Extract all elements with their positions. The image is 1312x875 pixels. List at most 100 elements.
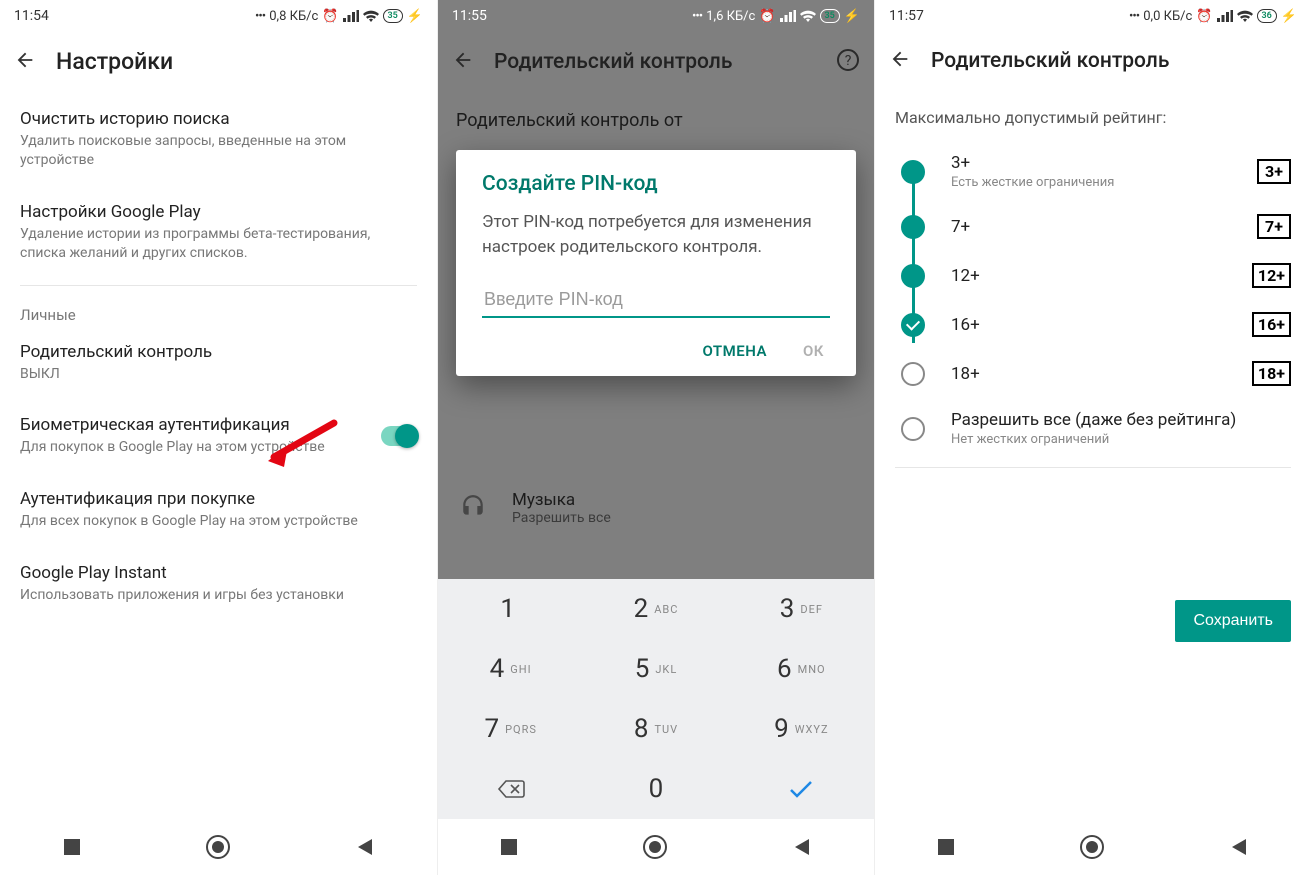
rating-option-18plus[interactable]: 18+ 18+: [895, 349, 1291, 398]
wifi-icon: [800, 10, 816, 22]
radio-icon: [901, 362, 925, 386]
item-google-play-settings[interactable]: Настройки Google Play Удаление истории и…: [20, 186, 417, 279]
dialog-text: Этот PIN-код потребуется для изменения н…: [482, 210, 830, 259]
save-button[interactable]: Сохранить: [1175, 600, 1291, 642]
status-bar: 11:54 ••• 0,8 КБ/с ⏰ 35 ⚡: [0, 0, 437, 32]
alarm-icon: ⏰: [1196, 9, 1212, 24]
music-title: Музыка: [512, 490, 611, 510]
item-clear-search-history[interactable]: Очистить историю поиска Удалить поисковы…: [20, 93, 417, 186]
alarm-icon: ⏰: [759, 9, 775, 24]
nav-home-icon[interactable]: [1079, 834, 1105, 860]
item-parental-controls[interactable]: Родительский контроль ВЫКЛ: [20, 326, 417, 400]
key-3[interactable]: 3DEF: [729, 579, 874, 639]
category-music-row[interactable]: Музыка Разрешить все: [438, 474, 874, 542]
item-sub: Удалить поисковые запросы, введенные на …: [20, 132, 417, 170]
charging-icon: ⚡: [1281, 9, 1297, 24]
rating-sub: Есть жесткие ограничения: [951, 175, 1237, 190]
page-title: Родительский контроль: [494, 50, 732, 74]
back-icon[interactable]: [889, 48, 911, 74]
battery-icon: 36: [1257, 9, 1277, 23]
item-title: Биометрическая аутентификация: [20, 415, 325, 435]
key-8[interactable]: 8TUV: [583, 699, 728, 759]
divider: [895, 467, 1291, 468]
app-bar: Настройки: [0, 32, 437, 93]
back-icon[interactable]: [452, 49, 474, 75]
item-biometric-auth[interactable]: Биометрическая аутентификация Для покупо…: [20, 399, 417, 473]
item-title: Аутентификация при покупке: [20, 489, 417, 509]
ok-button[interactable]: ОК: [803, 342, 824, 360]
rating-badge: 16+: [1252, 312, 1291, 337]
help-icon[interactable]: ?: [836, 48, 860, 76]
rating-sub: Нет жестких ограничений: [951, 432, 1291, 447]
nav-back-icon[interactable]: [354, 836, 376, 858]
rating-badge: 3+: [1257, 159, 1291, 184]
item-purchase-auth[interactable]: Аутентификация при покупке Для всех поку…: [20, 473, 417, 547]
page-title: Родительский контроль: [931, 49, 1169, 73]
nav-bar: [0, 819, 437, 875]
key-backspace[interactable]: [438, 759, 583, 819]
status-net: 0,0 КБ/с: [1143, 9, 1192, 24]
item-title: Google Play Instant: [20, 563, 417, 583]
nav-bar: [438, 819, 874, 875]
rating-option-7plus[interactable]: 7+ 7+: [895, 202, 1291, 251]
key-6[interactable]: 6MNO: [729, 639, 874, 699]
charging-icon: ⚡: [407, 9, 423, 24]
app-bar-parental: Родительский контроль ?: [438, 32, 874, 92]
key-7[interactable]: 7PQRS: [438, 699, 583, 759]
key-5[interactable]: 5JKL: [583, 639, 728, 699]
nav-home-icon[interactable]: [205, 834, 231, 860]
app-bar: Родительский контроль: [875, 32, 1311, 92]
phone-settings: 11:54 ••• 0,8 КБ/с ⏰ 35 ⚡ Настройки Очис…: [0, 0, 437, 875]
back-icon[interactable]: [14, 49, 36, 75]
rating-label: 7+: [951, 217, 1237, 237]
nav-recent-icon[interactable]: [499, 837, 519, 857]
radio-icon: [901, 264, 925, 288]
rating-option-allow-all[interactable]: Разрешить все (даже без рейтинга) Нет же…: [895, 398, 1291, 459]
item-title: Родительский контроль: [20, 342, 417, 362]
battery-icon: 35: [820, 9, 840, 23]
nav-recent-icon[interactable]: [62, 837, 82, 857]
key-9[interactable]: 9WXYZ: [729, 699, 874, 759]
rating-badge: 18+: [1252, 361, 1291, 386]
status-icons: ••• 0,8 КБ/с ⏰ 35 ⚡: [255, 9, 423, 24]
rating-option-12plus[interactable]: 12+ 12+: [895, 251, 1291, 300]
toggle-label: Родительский контроль от: [456, 110, 683, 131]
item-sub: Использовать приложения и игры без устан…: [20, 586, 417, 605]
item-sub: Удаление истории из программы бета-тести…: [20, 225, 417, 263]
nav-home-icon[interactable]: [642, 834, 668, 860]
item-google-play-instant[interactable]: Google Play Instant Использовать приложе…: [20, 547, 417, 621]
radio-icon: [901, 417, 925, 441]
toggle-biometric[interactable]: [381, 426, 417, 446]
numeric-keypad: 1 2ABC 3DEF 4GHI 5JKL 6MNO 7PQRS 8TUV 9W…: [438, 579, 874, 819]
status-time: 11:54: [14, 8, 49, 24]
pin-input[interactable]: [482, 281, 830, 318]
cancel-button[interactable]: ОТМЕНА: [702, 342, 767, 360]
item-title: Настройки Google Play: [20, 202, 417, 222]
rating-option-16plus[interactable]: 16+ 16+: [895, 300, 1291, 349]
key-0[interactable]: 0: [583, 759, 728, 819]
nav-back-icon[interactable]: [791, 836, 813, 858]
key-submit[interactable]: [729, 759, 874, 819]
svg-text:?: ?: [845, 53, 852, 69]
rating-option-3plus[interactable]: 3+ Есть жесткие ограничения 3+: [895, 141, 1291, 202]
signal-icon: [343, 10, 359, 22]
rating-badge: 7+: [1257, 214, 1291, 239]
section-label-personal: Личные: [20, 296, 417, 326]
key-4[interactable]: 4GHI: [438, 639, 583, 699]
status-time: 11:57: [889, 8, 924, 24]
signal-icon: [1217, 10, 1233, 22]
key-1[interactable]: 1: [438, 579, 583, 639]
divider: [20, 285, 417, 286]
nav-recent-icon[interactable]: [936, 837, 956, 857]
item-sub: Для покупок в Google Play на этом устрой…: [20, 438, 325, 457]
status-net: 0,8 КБ/с: [269, 9, 318, 24]
nav-back-icon[interactable]: [1228, 836, 1250, 858]
rating-label: 12+: [951, 266, 1232, 286]
item-sub: ВЫКЛ: [20, 365, 417, 384]
battery-icon: 35: [383, 9, 403, 23]
rating-section: Максимально допустимый рейтинг: 3+ Есть …: [875, 92, 1311, 468]
status-net: 1,6 КБ/с: [706, 9, 755, 24]
headphones-icon: [460, 493, 486, 523]
backspace-icon: [497, 779, 525, 799]
key-2[interactable]: 2ABC: [583, 579, 728, 639]
